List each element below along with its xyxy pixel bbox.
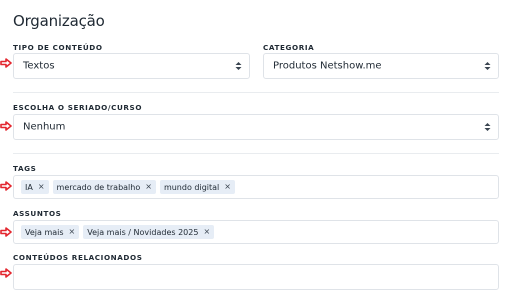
content-type-value: Textos: [23, 60, 55, 72]
category-select[interactable]: Produtos Netshow.me: [263, 53, 499, 79]
pointer-arrow-icon: [0, 58, 12, 68]
pointer-arrow-icon: [0, 268, 12, 278]
tag-chip-label: mundo digital: [163, 182, 220, 192]
remove-subject-icon[interactable]: ×: [69, 228, 76, 236]
tags-input[interactable]: IA × mercado de trabalho × mundo digital…: [13, 175, 499, 199]
subject-chip: Veja mais ×: [21, 225, 80, 239]
tag-chip-label: mercado de trabalho: [56, 182, 141, 192]
tag-chip-label: IA: [25, 182, 33, 192]
section-divider: [13, 153, 499, 154]
tags-label: TAGS: [13, 164, 37, 173]
pointer-arrow-icon: [0, 181, 12, 191]
series-value: Nenhum: [23, 121, 66, 133]
pointer-arrow-icon: [0, 121, 12, 131]
subjects-label: ASSUNTOS: [13, 209, 62, 218]
sort-caret-icon: [484, 123, 491, 131]
subject-chip: Veja mais / Novidades 2025 ×: [83, 225, 215, 239]
content-type-select[interactable]: Textos: [13, 53, 250, 79]
sort-caret-icon: [235, 62, 242, 70]
page-title: Organização: [13, 12, 105, 30]
series-label: ESCOLHA O SERIADO/CURSO: [13, 103, 143, 112]
pointer-arrow-icon: [0, 227, 12, 237]
subjects-input[interactable]: Veja mais × Veja mais / Novidades 2025 ×: [13, 220, 499, 244]
remove-subject-icon[interactable]: ×: [203, 228, 210, 236]
related-content-input[interactable]: [13, 264, 499, 290]
category-label: CATEGORIA: [263, 43, 315, 52]
subject-chip-label: Veja mais: [25, 227, 64, 237]
sort-caret-icon: [484, 62, 491, 70]
remove-tag-icon[interactable]: ×: [38, 183, 45, 191]
tag-chip: mercado de trabalho ×: [52, 180, 156, 194]
content-type-label: TIPO DE CONTEÚDO: [13, 43, 103, 52]
remove-tag-icon[interactable]: ×: [224, 183, 231, 191]
subject-chip-label: Veja mais / Novidades 2025: [87, 227, 199, 237]
section-divider: [13, 92, 499, 93]
related-label: CONTEÚDOS RELACIONADOS: [13, 253, 143, 262]
tag-chip: IA ×: [21, 180, 49, 194]
category-value: Produtos Netshow.me: [273, 60, 382, 72]
series-select[interactable]: Nenhum: [13, 114, 499, 140]
remove-tag-icon[interactable]: ×: [145, 183, 152, 191]
tag-chip: mundo digital ×: [159, 180, 235, 194]
